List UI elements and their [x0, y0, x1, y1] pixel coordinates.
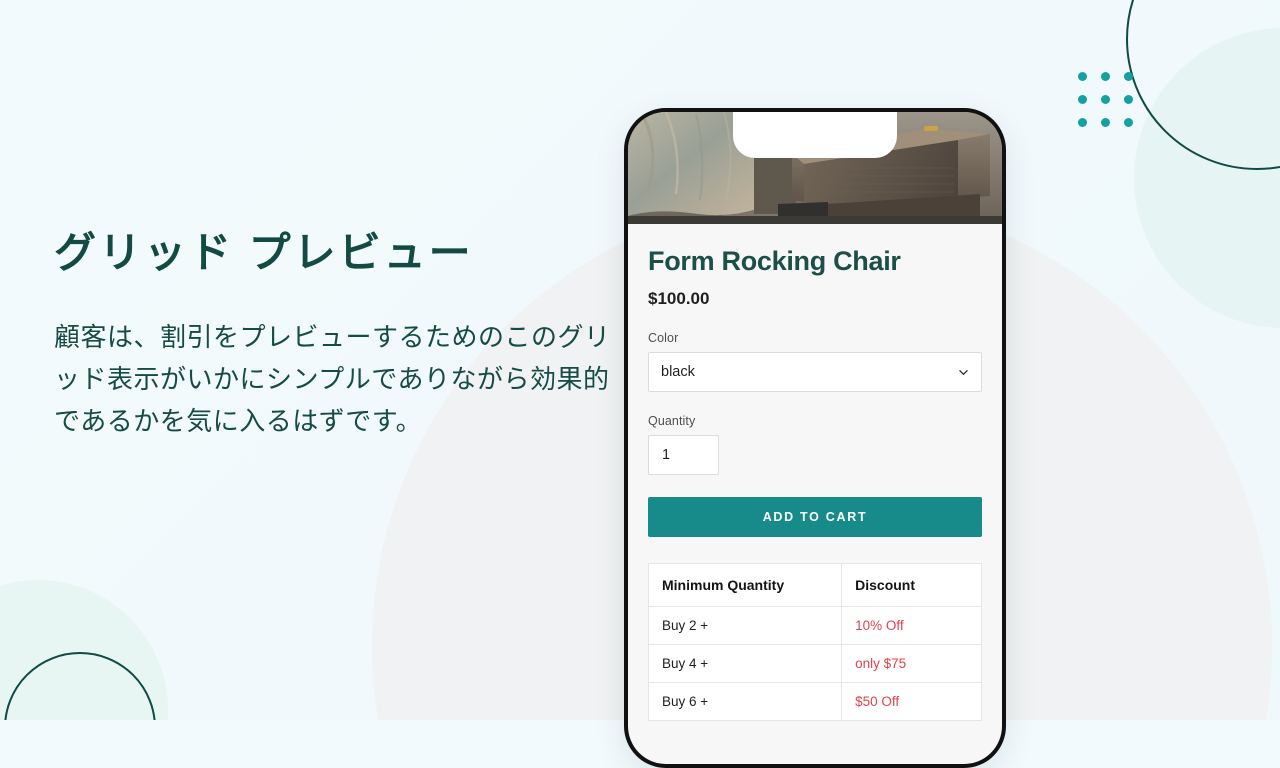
table-row: Buy 6 + $50 Off — [647, 682, 982, 722]
cell-discount: $50 Off — [841, 682, 982, 722]
color-select-value: black — [661, 364, 695, 381]
phone-notch — [733, 112, 897, 158]
table-header-row: Minimum Quantity Discount — [647, 563, 982, 608]
column-header-discount: Discount — [841, 563, 982, 608]
discount-table: Minimum Quantity Discount Buy 2 + 10% Of… — [647, 563, 982, 722]
color-select[interactable]: black — [648, 352, 982, 393]
column-header-minimum-quantity: Minimum Quantity — [647, 563, 843, 608]
page-description: 顧客は、割引をプレビューするためのこのグリッド表示がいかにシンプルでありながら効… — [54, 321, 611, 436]
dot-grid-icon — [1078, 72, 1133, 127]
table-row: Buy 2 + 10% Off — [647, 606, 982, 646]
cell-minimum-quantity: Buy 2 + — [647, 606, 843, 646]
cell-minimum-quantity: Buy 4 + — [647, 644, 843, 684]
marketing-copy: グリッド プレビュー 顧客は、割引をプレビューするためのこのグリッド表示がいかに… — [54, 228, 614, 442]
page-title: グリッド プレビュー — [54, 229, 474, 276]
quantity-input[interactable]: 1 — [648, 435, 719, 476]
table-row: Buy 4 + only $75 — [647, 644, 982, 684]
quantity-label: Quantity — [648, 414, 696, 429]
phone-screen: Form Rocking Chair $100.00 Color black Q… — [628, 112, 1002, 764]
product-price: $100.00 — [648, 289, 710, 309]
cell-discount: 10% Off — [841, 606, 982, 646]
cell-discount: only $75 — [841, 644, 982, 684]
color-label: Color — [648, 331, 679, 346]
chevron-down-icon — [959, 368, 968, 377]
product-title: Form Rocking Chair — [648, 246, 901, 276]
phone-mockup: Form Rocking Chair $100.00 Color black Q… — [624, 108, 1006, 768]
add-to-cart-button[interactable]: ADD TO CART — [648, 497, 982, 538]
product-image — [628, 112, 1002, 224]
cell-minimum-quantity: Buy 6 + — [647, 682, 843, 722]
product-detail-panel: Form Rocking Chair $100.00 Color black Q… — [628, 224, 1002, 722]
